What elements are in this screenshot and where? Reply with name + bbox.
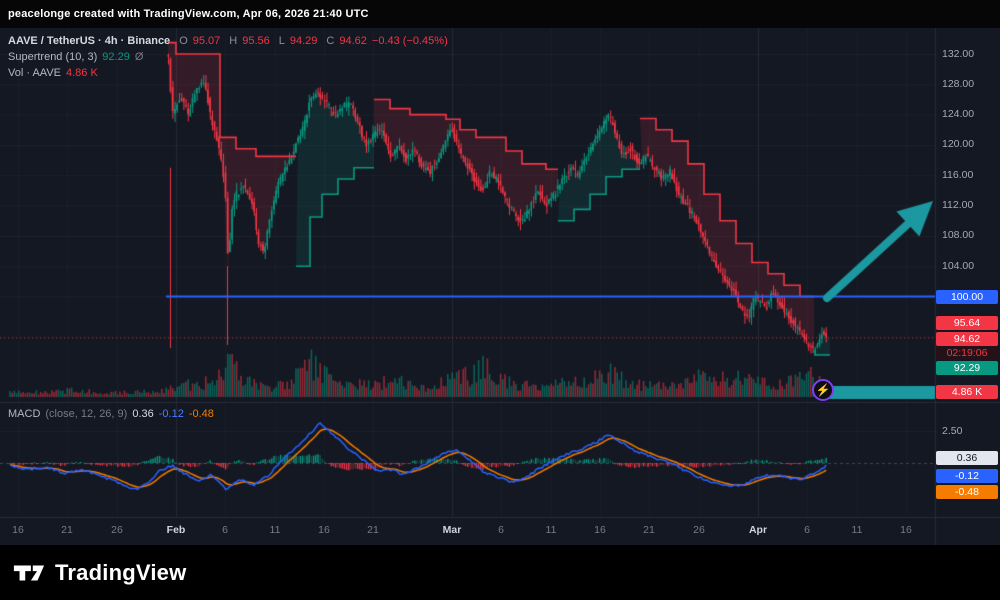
lightning-glyph: ⚡ (816, 383, 831, 397)
price-axis-label: 128.00 (942, 78, 974, 90)
badge-macd-signal[interactable]: -0.48 (936, 485, 998, 499)
symbol-legend-row[interactable]: AAVE / TetherUS · 4h · Binance O 95.07 H… (8, 33, 448, 49)
open-value: 95.07 (193, 33, 221, 49)
main-pane-legend[interactable]: AAVE / TetherUS · 4h · Binance O 95.07 H… (8, 33, 448, 81)
time-axis-label: 16 (900, 524, 912, 536)
time-axis-label: 26 (111, 524, 123, 536)
macd-name[interactable]: MACD (8, 406, 40, 422)
time-axis-label: 26 (693, 524, 705, 536)
volume-value: 4.86 K (66, 65, 98, 81)
time-axis-label: 21 (61, 524, 73, 536)
time-axis-label: Apr (749, 524, 767, 536)
macd-signal-value: -0.48 (189, 406, 214, 422)
close-label: C (326, 33, 334, 49)
high-label: H (229, 33, 237, 49)
price-axis-label: 132.00 (942, 48, 974, 60)
time-axis-label: 16 (318, 524, 330, 536)
change-value: −0.43 (−0.45%) (372, 33, 448, 49)
volume-name[interactable]: Vol · AAVE (8, 65, 61, 81)
badge-countdown[interactable]: 02:19:06 (936, 346, 998, 360)
high-value: 95.56 (242, 33, 270, 49)
time-axis-label: 11 (270, 524, 281, 536)
time-axis-label: 6 (498, 524, 504, 536)
tradingview-logo-icon[interactable] (12, 560, 46, 586)
macd-legend-row[interactable]: MACD (close, 12, 26, 9) 0.36 -0.12 -0.48 (8, 406, 214, 422)
tradingview-wordmark[interactable]: TradingView (55, 560, 186, 586)
price-axis-label: 116.00 (942, 169, 973, 181)
symbol-title[interactable]: AAVE / TetherUS · 4h · Binance (8, 33, 170, 49)
time-axis-label: 11 (546, 524, 557, 536)
chart-region: AAVE / TetherUS · 4h · Binance O 95.07 H… (0, 28, 1000, 545)
supertrend-value: 92.29 (102, 49, 130, 65)
price-axis-label: 104.00 (942, 260, 974, 272)
macd-pane-legend[interactable]: MACD (close, 12, 26, 9) 0.36 -0.12 -0.48 (8, 406, 214, 422)
supertrend-suffix: Ø (135, 49, 144, 65)
badge-9564[interactable]: 95.64 (936, 316, 998, 330)
supertrend-legend-row[interactable]: Supertrend (10, 3) 92.29 Ø (8, 49, 448, 65)
time-axis-label: 16 (12, 524, 24, 536)
badge-macd-hist[interactable]: 0.36 (936, 451, 998, 465)
badge-last-price[interactable]: 94.62 (936, 332, 998, 346)
badge-macd-line[interactable]: -0.12 (936, 469, 998, 483)
volume-legend-row[interactable]: Vol · AAVE 4.86 K (8, 65, 448, 81)
open-label: O (179, 33, 188, 49)
price-axis-label: 108.00 (942, 229, 974, 241)
badge-supertrend[interactable]: 92.29 (936, 361, 998, 375)
time-axis-label: 11 (852, 524, 863, 536)
time-axis-label: Feb (167, 524, 186, 536)
low-label: L (279, 33, 285, 49)
publish-header-bar: peacelonge created with TradingView.com,… (0, 0, 1000, 28)
time-axis-label: Mar (443, 524, 462, 536)
footer-bar: TradingView (0, 545, 1000, 600)
time-axis-label: 21 (367, 524, 379, 536)
time-axis-label: 21 (643, 524, 655, 536)
macd-hist-value: 0.36 (132, 406, 153, 422)
close-value: 94.62 (339, 33, 367, 49)
price-axis-label: 120.00 (942, 138, 974, 150)
price-axis-label: 124.00 (942, 108, 974, 120)
macd-params: (close, 12, 26, 9) (45, 406, 127, 422)
badge-volume[interactable]: 4.86 K (936, 385, 998, 399)
publish-header-text: peacelonge created with TradingView.com,… (0, 8, 369, 20)
supertrend-name[interactable]: Supertrend (10, 3) (8, 49, 97, 65)
time-axis-label: 6 (804, 524, 810, 536)
macd-axis-label: 2.50 (942, 425, 962, 437)
low-value: 94.29 (290, 33, 318, 49)
price-axis-label: 112.00 (942, 199, 973, 211)
time-axis-label: 16 (594, 524, 606, 536)
macd-line-value: -0.12 (159, 406, 184, 422)
time-scale[interactable]: 16 21 26 Feb 6 11 16 21 Mar 6 11 16 21 26 Apr 6 11 16 (0, 517, 935, 545)
lightning-badge-icon[interactable]: ⚡ (812, 379, 834, 401)
price-scale[interactable]: 132.00 128.00 124.00 120.00 116.00 112.00 108.… (935, 28, 1000, 517)
time-axis-label: 6 (222, 524, 228, 536)
badge-level-100[interactable]: 100.00 (936, 290, 998, 304)
tradingview-published-chart: peacelonge created with TradingView.com,… (0, 0, 1000, 600)
chart-canvas[interactable] (0, 28, 1000, 545)
